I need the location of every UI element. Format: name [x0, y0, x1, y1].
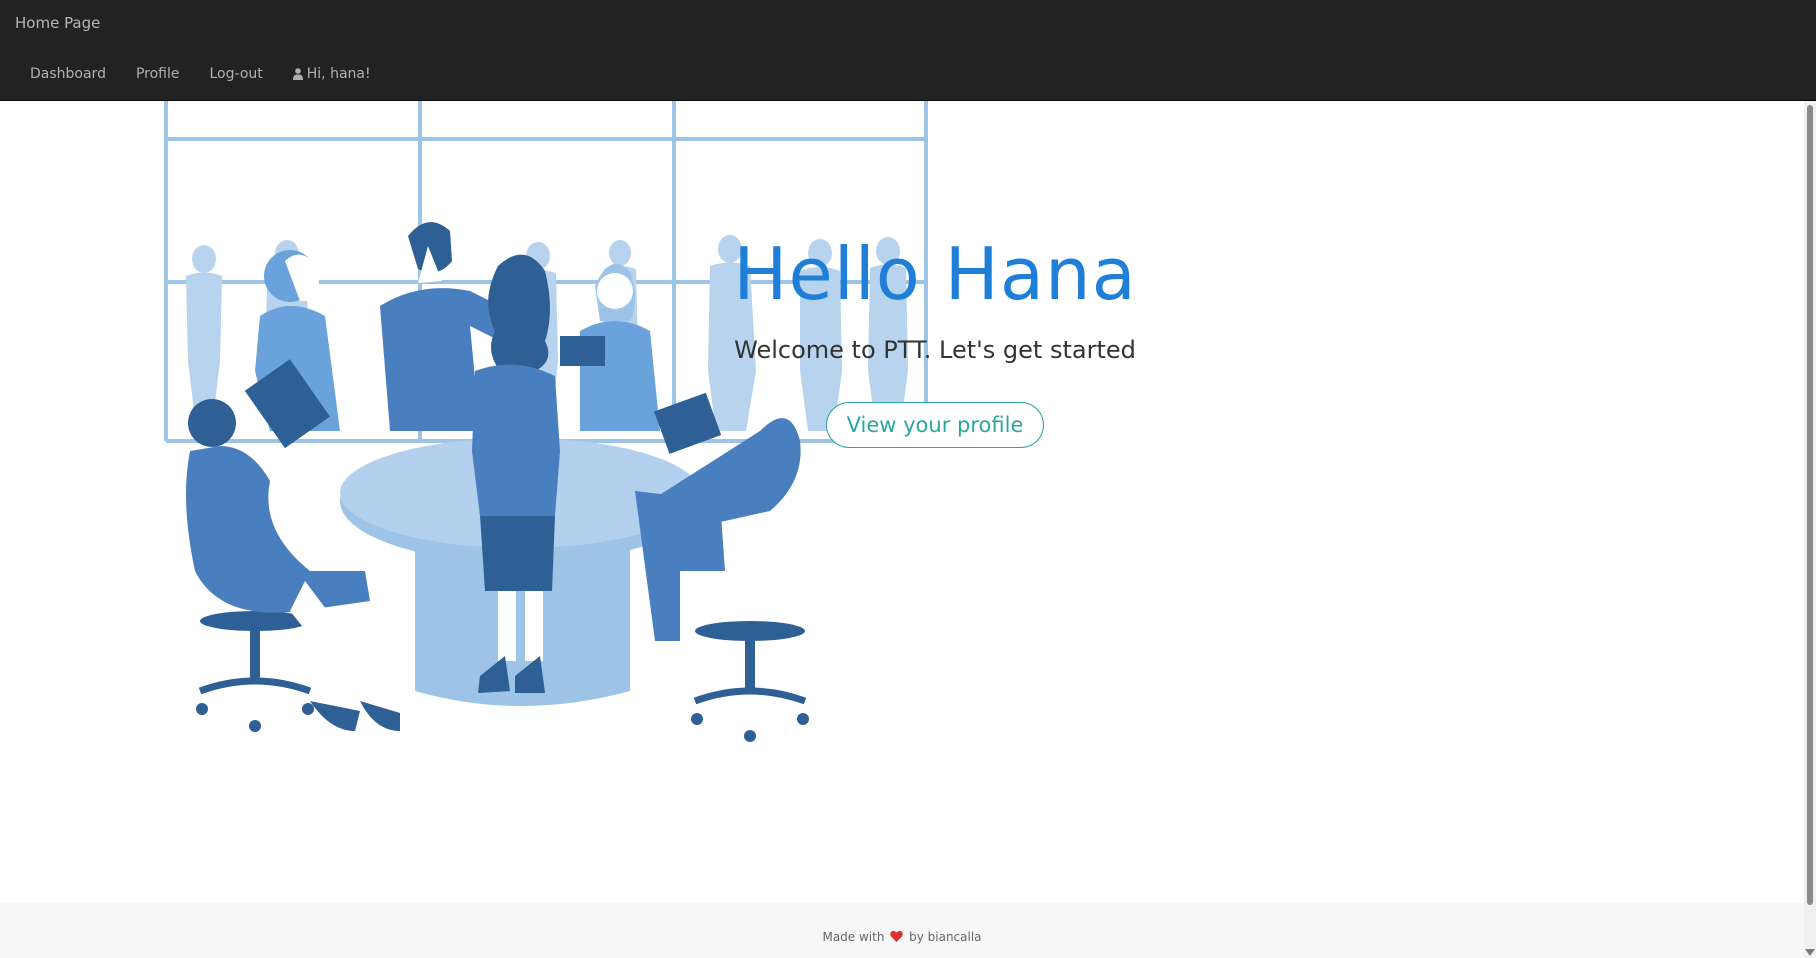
seated-woman-left [186, 399, 400, 731]
top-navbar: Home Page Dashboard Profile Log-out Hi, … [0, 0, 1816, 101]
nav-user-greeting[interactable]: Hi, hana! [278, 56, 386, 92]
heart-icon [890, 930, 904, 942]
scroll-down-arrow-icon[interactable] [1805, 949, 1815, 956]
team-meeting-illustration [164, 101, 928, 742]
woman-tablet-right [560, 263, 660, 431]
user-icon [292, 68, 303, 80]
nav-logout-link[interactable]: Log-out [195, 56, 278, 92]
footer-suffix: by biancalla [909, 930, 982, 944]
footer: Made with by biancalla [0, 903, 1804, 958]
seated-woman-tablet [244, 250, 340, 449]
scrollbar-thumb[interactable] [1807, 105, 1813, 905]
hero-title: Hello Hana [733, 232, 1137, 316]
footer-prefix: Made with [822, 930, 885, 944]
footer-credit: Made with by biancalla [0, 930, 1804, 944]
greeting-label: Hi, hana! [306, 66, 371, 82]
nav-links: Dashboard Profile Log-out Hi, hana! [15, 56, 386, 92]
brand-home-link[interactable]: Home Page [15, 14, 100, 32]
nav-profile-link[interactable]: Profile [121, 56, 195, 92]
hero-subtitle: Welcome to PTT. Let's get started [734, 336, 1136, 364]
nav-dashboard-link[interactable]: Dashboard [15, 56, 121, 92]
vertical-scrollbar[interactable] [1804, 101, 1816, 958]
view-profile-button[interactable]: View your profile [825, 402, 1045, 448]
hero-section: Hello Hana Welcome to PTT. Let's get sta… [660, 228, 1210, 448]
